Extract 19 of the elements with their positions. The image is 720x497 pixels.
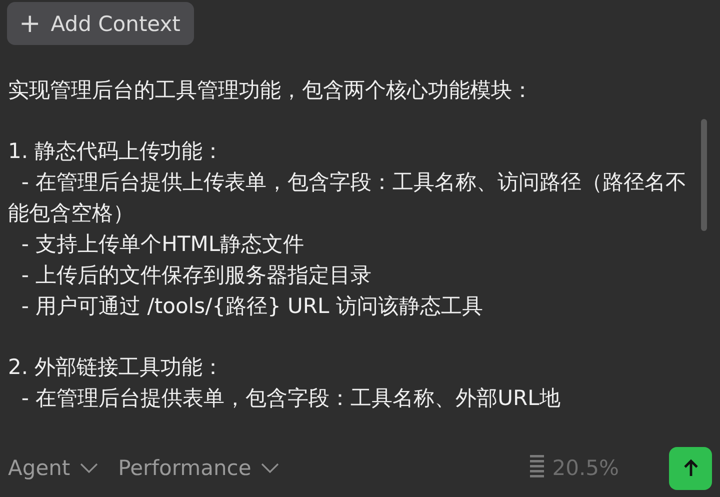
chevron-down-icon <box>80 463 98 473</box>
prompt-line: 1. 静态代码上传功能： <box>8 138 225 165</box>
scrollbar[interactable] <box>701 119 707 231</box>
prompt-field[interactable]: 实现管理后台的工具管理功能，包含两个核心功能模块： 1. 静态代码上传功能： - 在管理后台提供上传表单，包含字段：工具名称、访问路径（路径名不能包含空格） - 支持上传单个HTML静态文件 - 上传后的文件保存到服务器指定目录 - 用户可通过 /tools/{路径} URL 访问该静态工具 2. 外部链接工具功能： - 在管理后台提供表单，包含字段：工具名称、外部URL地 <box>0 75 720 449</box>
chevron-down-icon <box>261 463 280 473</box>
mode-dropdown[interactable]: Agent <box>8 456 98 480</box>
add-context-button[interactable]: + Add Context <box>7 2 194 45</box>
arrow-up-icon <box>682 458 698 478</box>
prompt-line: - 用户可通过 /tools/{路径} URL 访问该静态工具 <box>20 293 484 320</box>
model-dropdown[interactable]: Performance <box>118 456 280 480</box>
prompt-line: - 在管理后台提供上传表单，包含字段：工具名称、访问路径（路径名不能包含空格） <box>8 169 688 227</box>
prompt-line: 2. 外部链接工具功能： <box>8 354 225 381</box>
prompt-line: - 在管理后台提供表单，包含字段：工具名称、外部URL地 <box>20 385 562 412</box>
context-usage: 20.5% <box>552 456 619 480</box>
prompt-line: 实现管理后台的工具管理功能，包含两个核心功能模块： <box>8 77 534 104</box>
prompt-line: - 上传后的文件保存到服务器指定目录 <box>20 262 373 289</box>
send-button[interactable] <box>669 446 712 490</box>
plus-icon: + <box>19 10 41 36</box>
prompt-line: - 支持上传单个HTML静态文件 <box>20 231 306 258</box>
